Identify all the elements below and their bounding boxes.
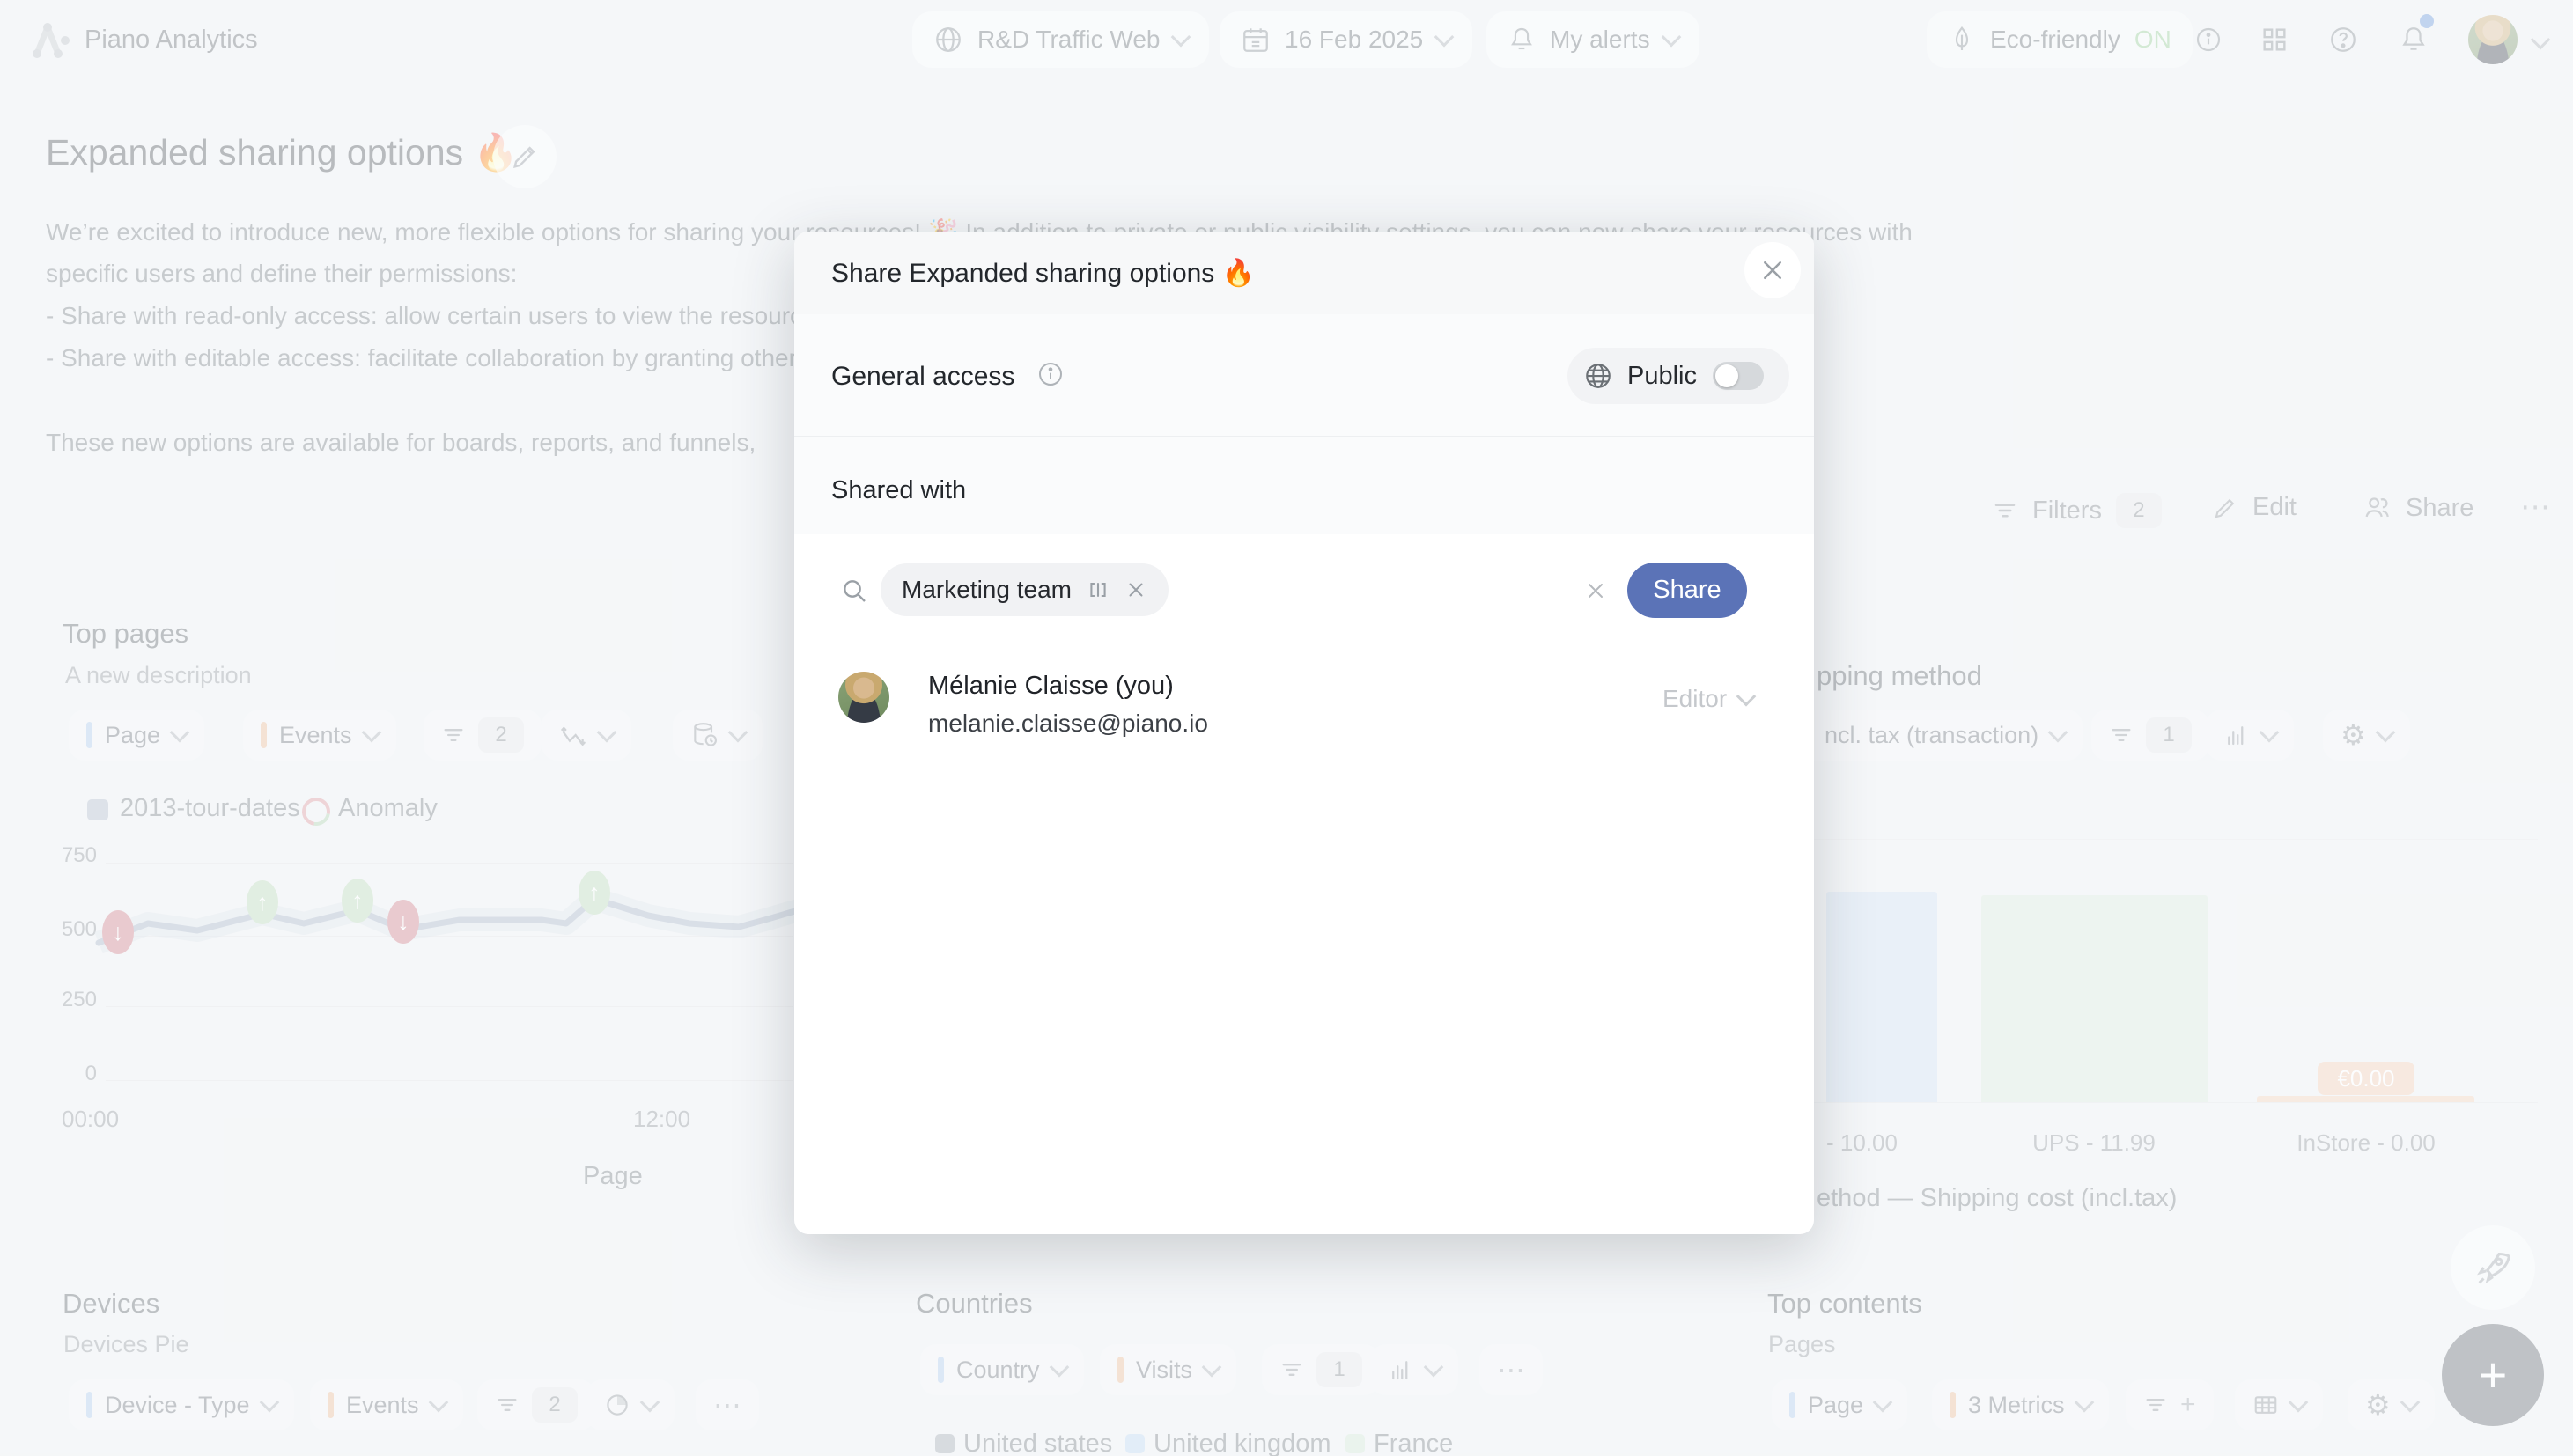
role-selector[interactable]: Editor bbox=[1662, 685, 1753, 713]
search-icon bbox=[840, 577, 868, 605]
role-label: Editor bbox=[1662, 685, 1727, 713]
user-avatar bbox=[838, 672, 889, 723]
info-icon[interactable] bbox=[1036, 360, 1065, 388]
shared-user-name: Mélanie Claisse (you) bbox=[928, 672, 1174, 701]
modal-title: Share Expanded sharing options 🔥 bbox=[831, 258, 1255, 289]
close-button[interactable] bbox=[1744, 242, 1801, 298]
public-toggle[interactable] bbox=[1713, 362, 1764, 390]
clear-input-icon[interactable] bbox=[1583, 578, 1608, 603]
visibility-selector[interactable]: Public bbox=[1567, 348, 1789, 404]
share-button[interactable]: Share bbox=[1627, 563, 1747, 618]
recipient-chip-label: Marketing team bbox=[902, 576, 1072, 604]
general-access-text: General access bbox=[831, 362, 1014, 391]
shared-with-label: Shared with bbox=[831, 476, 966, 505]
globe-icon bbox=[1583, 361, 1613, 391]
shared-user-email: melanie.claisse@piano.io bbox=[928, 710, 1208, 738]
divider bbox=[794, 436, 1814, 437]
remove-chip-icon[interactable] bbox=[1124, 578, 1147, 601]
close-icon bbox=[1759, 257, 1786, 283]
app-window: Piano Analytics R&D Traffic Web 16 Feb 2… bbox=[0, 0, 2573, 1456]
visibility-label: Public bbox=[1627, 362, 1697, 391]
share-modal: Share Expanded sharing options 🔥 General… bbox=[794, 232, 1814, 1234]
chevron-down-icon bbox=[1736, 687, 1757, 707]
recipient-chip[interactable]: Marketing team bbox=[881, 563, 1169, 616]
general-access-label: General access bbox=[831, 360, 1065, 392]
group-icon bbox=[1086, 577, 1110, 602]
